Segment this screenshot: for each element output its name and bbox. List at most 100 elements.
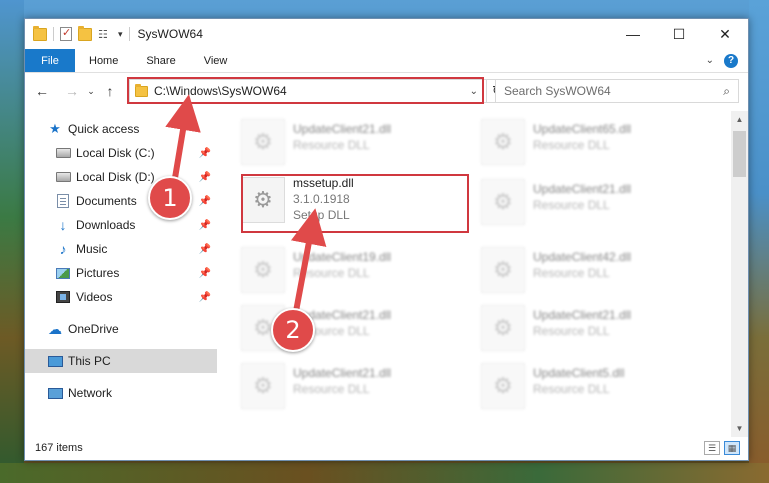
- tab-home[interactable]: Home: [75, 49, 132, 72]
- scroll-up-icon[interactable]: ▲: [731, 111, 748, 128]
- sidebar-item-label: Local Disk (C:): [76, 146, 155, 160]
- sidebar-item-label: Downloads: [76, 218, 136, 232]
- close-button[interactable]: ✕: [702, 19, 748, 49]
- tab-file[interactable]: File: [25, 49, 75, 72]
- desktop-background-bottom: [0, 463, 769, 483]
- file-description: Resource DLL: [533, 198, 610, 212]
- address-bar[interactable]: C:\Windows\SysWOW64 ⌄: [129, 79, 487, 103]
- recent-locations-button[interactable]: ⌄: [83, 86, 99, 97]
- search-box[interactable]: Search SysWOW64 ⌕: [495, 79, 739, 103]
- file-item[interactable]: ⚙ UpdateClient42.dll Resource DLL: [475, 241, 705, 299]
- pc-icon: [47, 354, 63, 368]
- large-icons-view-icon[interactable]: ▦: [724, 441, 740, 455]
- gear-icon: ⚙: [253, 373, 273, 398]
- file-item[interactable]: ⚙ UpdateClient21.dll Resource DLL: [235, 299, 465, 357]
- file-version: 3.1.0.1918: [293, 192, 350, 206]
- step-callout-1: 1: [148, 176, 192, 220]
- file-description: Resource DLL: [533, 266, 610, 280]
- file-item[interactable]: ⚙ UpdateClient21.dll Resource DLL: [475, 173, 705, 231]
- address-path[interactable]: C:\Windows\SysWOW64: [154, 84, 287, 98]
- navigation-bar: ← → ⌄ ↑ C:\Windows\SysWOW64 ⌄ ↻ Search S…: [25, 75, 748, 107]
- file-name: UpdateClient21.dll: [293, 122, 392, 136]
- videos-icon: [55, 290, 71, 304]
- details-view-icon[interactable]: ☰: [704, 441, 720, 455]
- cloud-icon: ☁: [48, 320, 62, 337]
- file-list: ⚙ UpdateClient21.dll Resource DLL ⚙ msset…: [225, 111, 735, 437]
- dll-file-icon: ⚙: [481, 179, 525, 225]
- file-description: Resource DLL: [293, 138, 370, 152]
- file-description: Resource DLL: [533, 382, 610, 396]
- sidebar-item-videos[interactable]: Videos 📌: [25, 285, 217, 309]
- sidebar-item-this-pc[interactable]: This PC: [25, 349, 217, 373]
- customize-toolbar-icon[interactable]: ☷: [98, 28, 112, 41]
- scrollbar-thumb[interactable]: [733, 131, 746, 177]
- forward-button[interactable]: →: [61, 83, 83, 99]
- file-name: UpdateClient65.dll: [533, 122, 632, 136]
- file-item-mssetup[interactable]: ⚙ mssetup.dll 3.1.0.1918 Setup DLL: [235, 171, 465, 235]
- sidebar-item-downloads[interactable]: ↓ Downloads 📌: [25, 213, 217, 237]
- network-icon: [47, 386, 63, 400]
- pin-icon[interactable]: 📌: [199, 196, 211, 207]
- sidebar-item-local-disk-c[interactable]: Local Disk (C:) 📌: [25, 141, 217, 165]
- dll-file-icon: ⚙: [241, 247, 285, 293]
- search-icon[interactable]: ⌕: [723, 84, 730, 99]
- help-icon[interactable]: ?: [724, 53, 738, 68]
- up-button[interactable]: ↑: [99, 83, 121, 99]
- file-description: Resource DLL: [293, 266, 370, 280]
- sidebar-item-pictures[interactable]: Pictures 📌: [25, 261, 217, 285]
- maximize-button[interactable]: ☐: [656, 19, 702, 49]
- sidebar-item-network[interactable]: Network: [25, 381, 217, 405]
- download-icon: ↓: [59, 217, 67, 233]
- file-item[interactable]: ⚙ UpdateClient19.dll Resource DLL: [235, 241, 465, 299]
- search-input[interactable]: Search SysWOW64: [504, 84, 611, 98]
- sidebar-item-label: Music: [76, 242, 108, 256]
- file-name: UpdateClient5.dll: [533, 366, 625, 380]
- gear-icon: ⚙: [493, 129, 513, 154]
- dll-file-icon: ⚙: [481, 119, 525, 165]
- quick-access-toolbar: ☷ ▾: [25, 25, 130, 41]
- file-description: Resource DLL: [533, 138, 610, 152]
- new-folder-icon[interactable]: [78, 25, 92, 41]
- sidebar-item-music[interactable]: ♪ Music 📌: [25, 237, 217, 261]
- navigation-pane: ★ Quick access Local Disk (C:) 📌 Local D…: [25, 115, 217, 433]
- customize-dropdown-icon[interactable]: ▾: [118, 29, 123, 40]
- properties-icon[interactable]: [60, 26, 72, 41]
- window-controls: — ☐ ✕: [610, 19, 748, 49]
- gear-icon: ⚙: [253, 315, 273, 340]
- scroll-down-icon[interactable]: ▼: [731, 420, 748, 437]
- dll-file-icon: ⚙: [481, 247, 525, 293]
- tab-view[interactable]: View: [190, 49, 242, 72]
- file-item[interactable]: ⚙ UpdateClient5.dll Resource DLL: [475, 357, 705, 415]
- pin-icon[interactable]: 📌: [199, 148, 211, 159]
- sidebar-item-label: This PC: [68, 354, 111, 368]
- file-item[interactable]: ⚙ UpdateClient65.dll Resource DLL: [475, 113, 705, 171]
- toolbar-separator: [128, 27, 130, 41]
- pin-icon[interactable]: 📌: [199, 292, 211, 303]
- file-name: UpdateClient19.dll: [293, 250, 392, 264]
- sidebar-item-quick-access[interactable]: ★ Quick access: [25, 117, 217, 141]
- tab-share[interactable]: Share: [132, 49, 189, 72]
- minimize-button[interactable]: —: [610, 19, 656, 49]
- expand-ribbon-icon[interactable]: ⌄: [706, 55, 714, 66]
- title-bar: ☷ ▾ SysWOW64 — ☐ ✕: [25, 19, 748, 49]
- back-button[interactable]: ←: [31, 83, 53, 99]
- pin-icon[interactable]: 📌: [199, 268, 211, 279]
- file-item[interactable]: ⚙ UpdateClient21.dll Resource DLL: [475, 299, 705, 357]
- desktop-background-left: [0, 0, 24, 483]
- address-dropdown-icon[interactable]: ⌄: [470, 86, 478, 97]
- status-bar: 167 items ☰ ▦: [25, 436, 748, 460]
- pin-icon[interactable]: 📌: [199, 220, 211, 231]
- dll-file-icon: ⚙: [481, 363, 525, 409]
- file-item[interactable]: ⚙ UpdateClient21.dll Resource DLL: [235, 113, 465, 171]
- file-item[interactable]: ⚙ UpdateClient21.dll Resource DLL: [235, 357, 465, 415]
- desktop-background-right: [749, 0, 769, 483]
- folder-icon: [135, 83, 148, 97]
- pin-icon[interactable]: 📌: [199, 244, 211, 255]
- vertical-scrollbar[interactable]: ▲ ▼: [731, 111, 748, 437]
- pin-icon[interactable]: 📌: [199, 172, 211, 183]
- gear-icon: ⚙: [493, 189, 513, 214]
- sidebar-item-onedrive[interactable]: ☁ OneDrive: [25, 317, 217, 341]
- sidebar-item-label: Documents: [76, 194, 137, 208]
- gear-icon: ⚙: [253, 257, 273, 282]
- disk-icon: [55, 170, 71, 184]
